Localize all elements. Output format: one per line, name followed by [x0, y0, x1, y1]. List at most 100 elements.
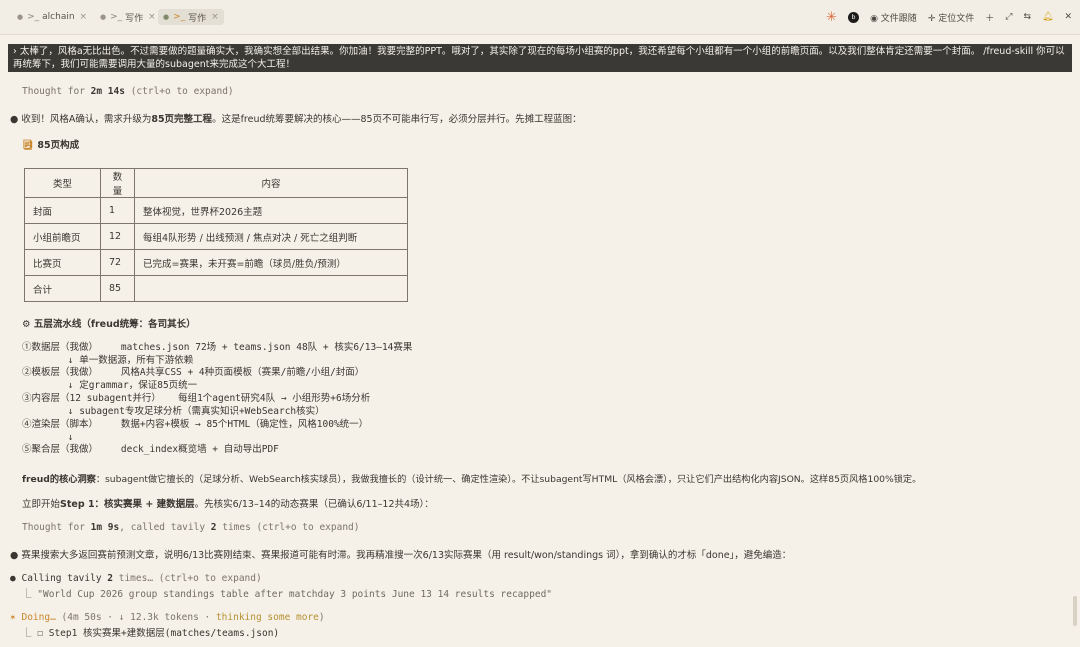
query-text: "World Cup 2026 group standings table af…	[37, 589, 553, 600]
clipboard-icon: 📑︎	[22, 140, 35, 151]
user-prompt: › 太棒了，风格a无比出色。不过需要做的题量确实大，我确实想全部出结果。你加油！…	[8, 44, 1072, 72]
thought-time: 2m 14s	[90, 86, 125, 97]
tool-call-suffix: times… (ctrl+o to expand)	[113, 573, 262, 584]
toolbar: ✳ b ◉ 文件跟随 ✛ 定位文件 ＋ ⤢ ⇆ 🔔︎ ✕	[826, 9, 1072, 25]
intro-text-b: 85页完整工程	[151, 114, 213, 125]
claude-icon[interactable]: ✳	[826, 10, 837, 25]
tab-writing-2[interactable]: ● >_ 写作 ×	[158, 9, 224, 25]
table-header: 内容	[134, 168, 408, 198]
tab-label: 写作	[125, 13, 144, 24]
thought-time: 1m 9s	[90, 522, 120, 533]
table-cell: 每组4队形势 / 出线预测 / 焦点对决 / 死亡之组判断	[134, 223, 408, 250]
pipeline-line: ②模板层（我做） 风格A共享CSS + 4种页面模板（赛果/前瞻/小组/封面）	[22, 367, 365, 378]
locate-file-button[interactable]: ✛ 定位文件	[928, 11, 974, 24]
table-row: 比赛页 72 已完成=赛果，未开赛=前瞻（球员/胜负/预测）	[24, 249, 408, 276]
thought-line[interactable]: Thought for 1m 9s, called tavily 2 times…	[22, 522, 360, 533]
insight-line: freud的核心洞察：subagent做它擅长的（足球分析、WebSearch核…	[22, 471, 921, 485]
section-title-composition: 📑︎ 85页构成	[22, 137, 79, 151]
tab-label: alchain	[42, 12, 75, 22]
table-cell: 比赛页	[24, 249, 101, 276]
bullet-icon: ●	[10, 573, 16, 584]
status-line: ✶ Doing… (4m 50s · ↓ 12.3k tokens · thin…	[10, 612, 325, 623]
terminal-icon: >_	[110, 12, 123, 22]
table-row: 封面 1 整体视觉，世界杯2026主题	[24, 197, 408, 224]
thought-suffix: times (ctrl+o to expand)	[216, 522, 360, 533]
thought-line[interactable]: Thought for 2m 14s (ctrl+o to expand)	[22, 86, 234, 97]
table-cell: 合计	[24, 275, 101, 302]
avatar[interactable]: b	[848, 11, 860, 23]
thought-prefix: Thought for	[22, 86, 91, 97]
tool-call-line[interactable]: ● Calling tavily 2 times… (ctrl+o to exp…	[10, 573, 262, 584]
thought-suffix: (ctrl+o to expand)	[124, 86, 234, 97]
terminal-icon: >_	[173, 12, 186, 22]
table-header: 数量	[100, 168, 135, 198]
table-header: 类型	[24, 168, 101, 198]
tool-call-prefix: Calling tavily	[21, 573, 108, 584]
note-line: ● 赛果搜索大多返回赛前预测文章，说明6/13比赛刚结束、赛果报道可能有时滞。我…	[10, 547, 791, 561]
table-cell: 1	[100, 197, 135, 224]
insight-label: freud的核心洞察	[22, 474, 96, 485]
section-title-text: 85页构成	[37, 140, 80, 151]
table-cell: 已完成=赛果，未开赛=前瞻（球员/胜负/预测）	[134, 249, 408, 276]
checkbox-icon: ☐	[37, 628, 43, 639]
step-text-a: 立即开始	[22, 499, 61, 510]
pipeline-line: ⑤聚合层（我做） deck_index概览墙 + 自动导出PDF	[22, 444, 279, 455]
bullet-icon: ●	[10, 550, 19, 561]
intro-text-c: 。这是freud统筹要解决的核心——85页不可能串行写，必须分层并行。先摊工程蓝…	[212, 114, 582, 125]
status-label: Doing…	[21, 612, 56, 623]
terminal-icon: >_	[27, 12, 40, 22]
eye-icon: ◉	[870, 13, 878, 24]
close-icon[interactable]: ✕	[1064, 12, 1072, 22]
table-row: 小组前瞻页 12 每组4队形势 / 出线预测 / 焦点对决 / 死亡之组判断	[24, 223, 408, 250]
status-meta: (4m 50s · ↓ 12.3k tokens ·	[55, 612, 216, 623]
intro-line: ● 收到！风格A确认，需求升级为85页完整工程。这是freud统筹要解决的核心—…	[10, 111, 582, 125]
table-cell: 封面	[24, 197, 101, 224]
section-title-text: 五层流水线（freud统筹：各司其长）	[33, 319, 196, 330]
tab-alchain[interactable]: ● >_ alchain ×	[12, 9, 92, 25]
tree-branch-icon: ⎿	[22, 628, 32, 639]
prompt-chevron-icon: ›	[13, 46, 20, 57]
thought-mid: , called tavily	[119, 522, 211, 533]
todo-line: ⎿ ☐ Step1 核实赛果+建数据层(matches/teams.json)	[22, 625, 279, 639]
tab-writing-1[interactable]: ● >_ 写作 ×	[95, 9, 161, 25]
bullet-icon: ●	[10, 114, 19, 125]
prompt-text: 太棒了，风格a无比出色。不过需要做的题量确实大，我确实想全部出结果。你加油！我要…	[13, 46, 1065, 70]
gear-icon: ⚙	[22, 319, 31, 330]
split-icon[interactable]: ⇆	[1023, 12, 1031, 22]
file-follow-button[interactable]: ◉ 文件跟随	[870, 11, 917, 24]
crosshair-icon: ✛	[927, 13, 936, 24]
close-icon[interactable]: ×	[211, 12, 219, 22]
scrollbar[interactable]	[1073, 596, 1077, 626]
tab-status-dot: ●	[100, 13, 107, 21]
step-text-c: 。先核实6/13–14的动态赛果（已确认6/11–12共4场）：	[194, 499, 434, 510]
composition-table: 类型 数量 内容 封面 1 整体视觉，世界杯2026主题 小组前瞻页 12 每组…	[24, 168, 408, 302]
pipeline-line: ③内容层（12 subagent并行） 每组1个agent研究4队 → 小组形势…	[22, 393, 371, 404]
table-cell: 整体视觉，世界杯2026主题	[134, 197, 408, 224]
tab-status-dot: ●	[17, 13, 24, 21]
pipeline-line: ↓	[22, 432, 74, 443]
close-icon[interactable]: ×	[80, 12, 88, 22]
note-text: 赛果搜索大多返回赛前预测文章，说明6/13比赛刚结束、赛果报道可能有时滞。我再精…	[21, 550, 792, 561]
status-end: )	[318, 612, 325, 623]
table-cell: 85	[100, 275, 135, 302]
step-text-b: Step 1：核实赛果 + 建数据层	[60, 499, 195, 510]
pipeline-line: ↓ 定grammar，保证85页统一	[22, 380, 198, 391]
close-icon[interactable]: ×	[148, 12, 156, 22]
thought-prefix: Thought for	[22, 522, 91, 533]
file-follow-label: 文件跟随	[880, 13, 917, 24]
expand-icon[interactable]: ⤢	[1005, 12, 1012, 22]
spinner-icon: ✶	[10, 612, 16, 623]
table-cell: 12	[100, 223, 135, 250]
tab-bar: ● >_ alchain × ● >_ 写作 × ● >_ 写作 × ✳ b ◉…	[0, 0, 1080, 35]
tab-label: 写作	[188, 13, 207, 24]
pipeline-line: ↓ subagent专攻足球分析（需真实知识+WebSearch核实）	[22, 406, 325, 417]
bell-icon[interactable]: 🔔︎	[1042, 12, 1053, 22]
section-title-pipeline: ⚙ 五层流水线（freud统筹：各司其长）	[22, 316, 196, 330]
add-icon[interactable]: ＋	[985, 11, 994, 24]
table-cell: 72	[100, 249, 135, 276]
tool-call-query: ⎿ "World Cup 2026 group standings table …	[22, 586, 552, 600]
pipeline-line: ①数据层（我做） matches.json 72场 + teams.json 4…	[22, 342, 413, 353]
tree-branch-icon: ⎿	[22, 589, 32, 600]
locate-file-label: 定位文件	[938, 13, 975, 24]
table-row-total: 合计 85	[24, 275, 408, 302]
